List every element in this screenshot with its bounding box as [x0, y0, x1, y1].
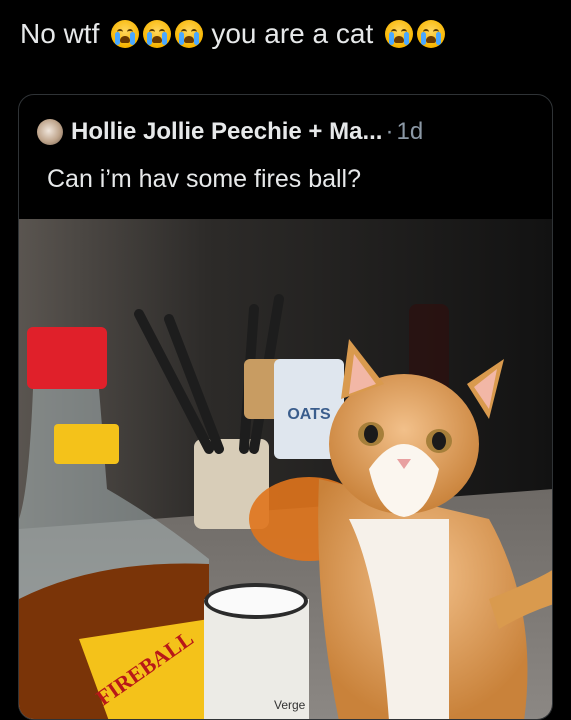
reply-text-start: No wtf — [20, 18, 100, 49]
loudly-crying-face-icon — [111, 20, 140, 48]
loudly-crying-face-icon — [143, 20, 172, 48]
loudly-crying-face-icon — [417, 20, 446, 48]
author-name[interactable]: Hollie Jollie Peechie + Ma... — [71, 118, 382, 146]
loudly-crying-face-icon — [385, 20, 414, 48]
post-photo[interactable]: OATS FIREBALL Verge — [19, 219, 552, 719]
avatar[interactable] — [37, 119, 63, 145]
reply-text: No wtf you are a cat — [20, 16, 446, 52]
photo-illustration: OATS FIREBALL Verge — [19, 219, 552, 719]
oats-label: OATS — [287, 406, 331, 423]
separator-dot: · — [385, 118, 394, 145]
reply-text-end: you are a cat — [211, 18, 374, 49]
quoted-post-text: Can i’m hav some fires ball? — [47, 165, 362, 193]
mug: Verge — [204, 583, 309, 719]
mug-label: Verge — [274, 698, 306, 712]
loudly-crying-face-icon — [175, 20, 204, 48]
timestamp[interactable]: 1d — [396, 118, 423, 146]
quoted-post-header: Hollie Jollie Peechie + Ma... · 1d — [37, 117, 423, 147]
quoted-post-card[interactable]: Hollie Jollie Peechie + Ma... · 1d Can i… — [18, 94, 553, 720]
